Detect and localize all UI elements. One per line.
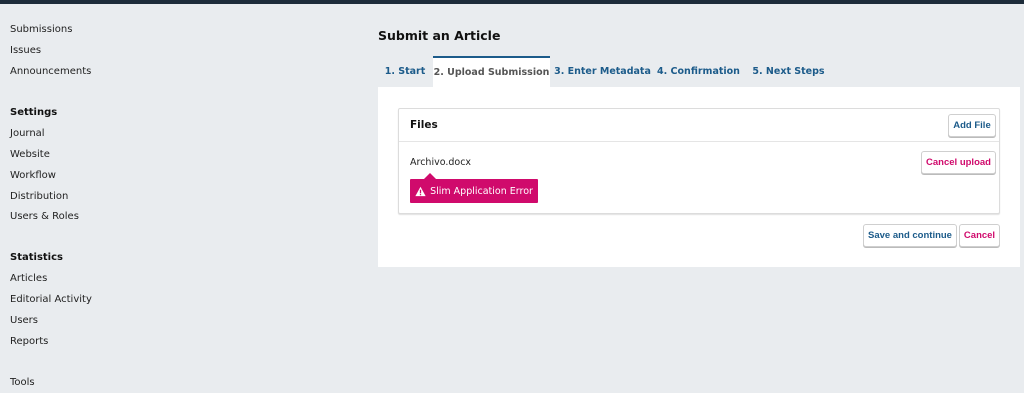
sidebar-item-users[interactable]: Users [10, 315, 38, 326]
sidebar-item-issues[interactable]: Issues [10, 45, 41, 56]
sidebar-item-workflow[interactable]: Workflow [10, 170, 56, 181]
sidebar-item-editorial-activity[interactable]: Editorial Activity [10, 294, 92, 305]
cancel-upload-button[interactable]: Cancel upload [921, 151, 996, 174]
sidebar-item-distribution[interactable]: Distribution [10, 191, 68, 202]
cancel-button[interactable]: Cancel [959, 224, 1000, 247]
files-box: Files Add File Archivo.docx Cancel uploa… [398, 108, 1000, 214]
error-badge: Slim Application Error [410, 173, 538, 203]
wizard-tabs: 1. Start 2. Upload Submission 3. Enter M… [378, 56, 828, 87]
sidebar: Submissions Issues Announcements Setting… [0, 4, 200, 393]
tab-confirmation[interactable]: 4. Confirmation [657, 56, 740, 87]
sidebar-item-website[interactable]: Website [10, 149, 50, 160]
files-header: Files Add File [399, 109, 999, 142]
page-title: Submit an Article [378, 28, 501, 43]
files-title: Files [410, 119, 438, 131]
warning-triangle-icon [415, 186, 426, 196]
sidebar-item-tools[interactable]: Tools [10, 377, 35, 388]
sidebar-item-articles[interactable]: Articles [10, 273, 47, 284]
sidebar-item-announcements[interactable]: Announcements [10, 66, 91, 77]
sidebar-heading-statistics: Statistics [10, 252, 63, 263]
tab-start[interactable]: 1. Start [378, 56, 432, 87]
sidebar-item-users-roles[interactable]: Users & Roles [10, 211, 79, 222]
tab-enter-metadata[interactable]: 3. Enter Metadata [552, 56, 653, 87]
add-file-button[interactable]: Add File [948, 114, 996, 137]
sidebar-item-reports[interactable]: Reports [10, 336, 48, 347]
sidebar-item-journal[interactable]: Journal [10, 128, 45, 139]
error-text: Slim Application Error [430, 185, 533, 197]
file-name: Archivo.docx [410, 157, 472, 168]
sidebar-item-submissions[interactable]: Submissions [10, 24, 72, 35]
tab-upload-submission[interactable]: 2. Upload Submission [433, 56, 550, 87]
sidebar-heading-settings: Settings [10, 107, 58, 118]
save-and-continue-button[interactable]: Save and continue [863, 224, 957, 247]
upload-panel: Files Add File Archivo.docx Cancel uploa… [378, 87, 1020, 267]
tab-next-steps[interactable]: 5. Next Steps [752, 56, 825, 87]
